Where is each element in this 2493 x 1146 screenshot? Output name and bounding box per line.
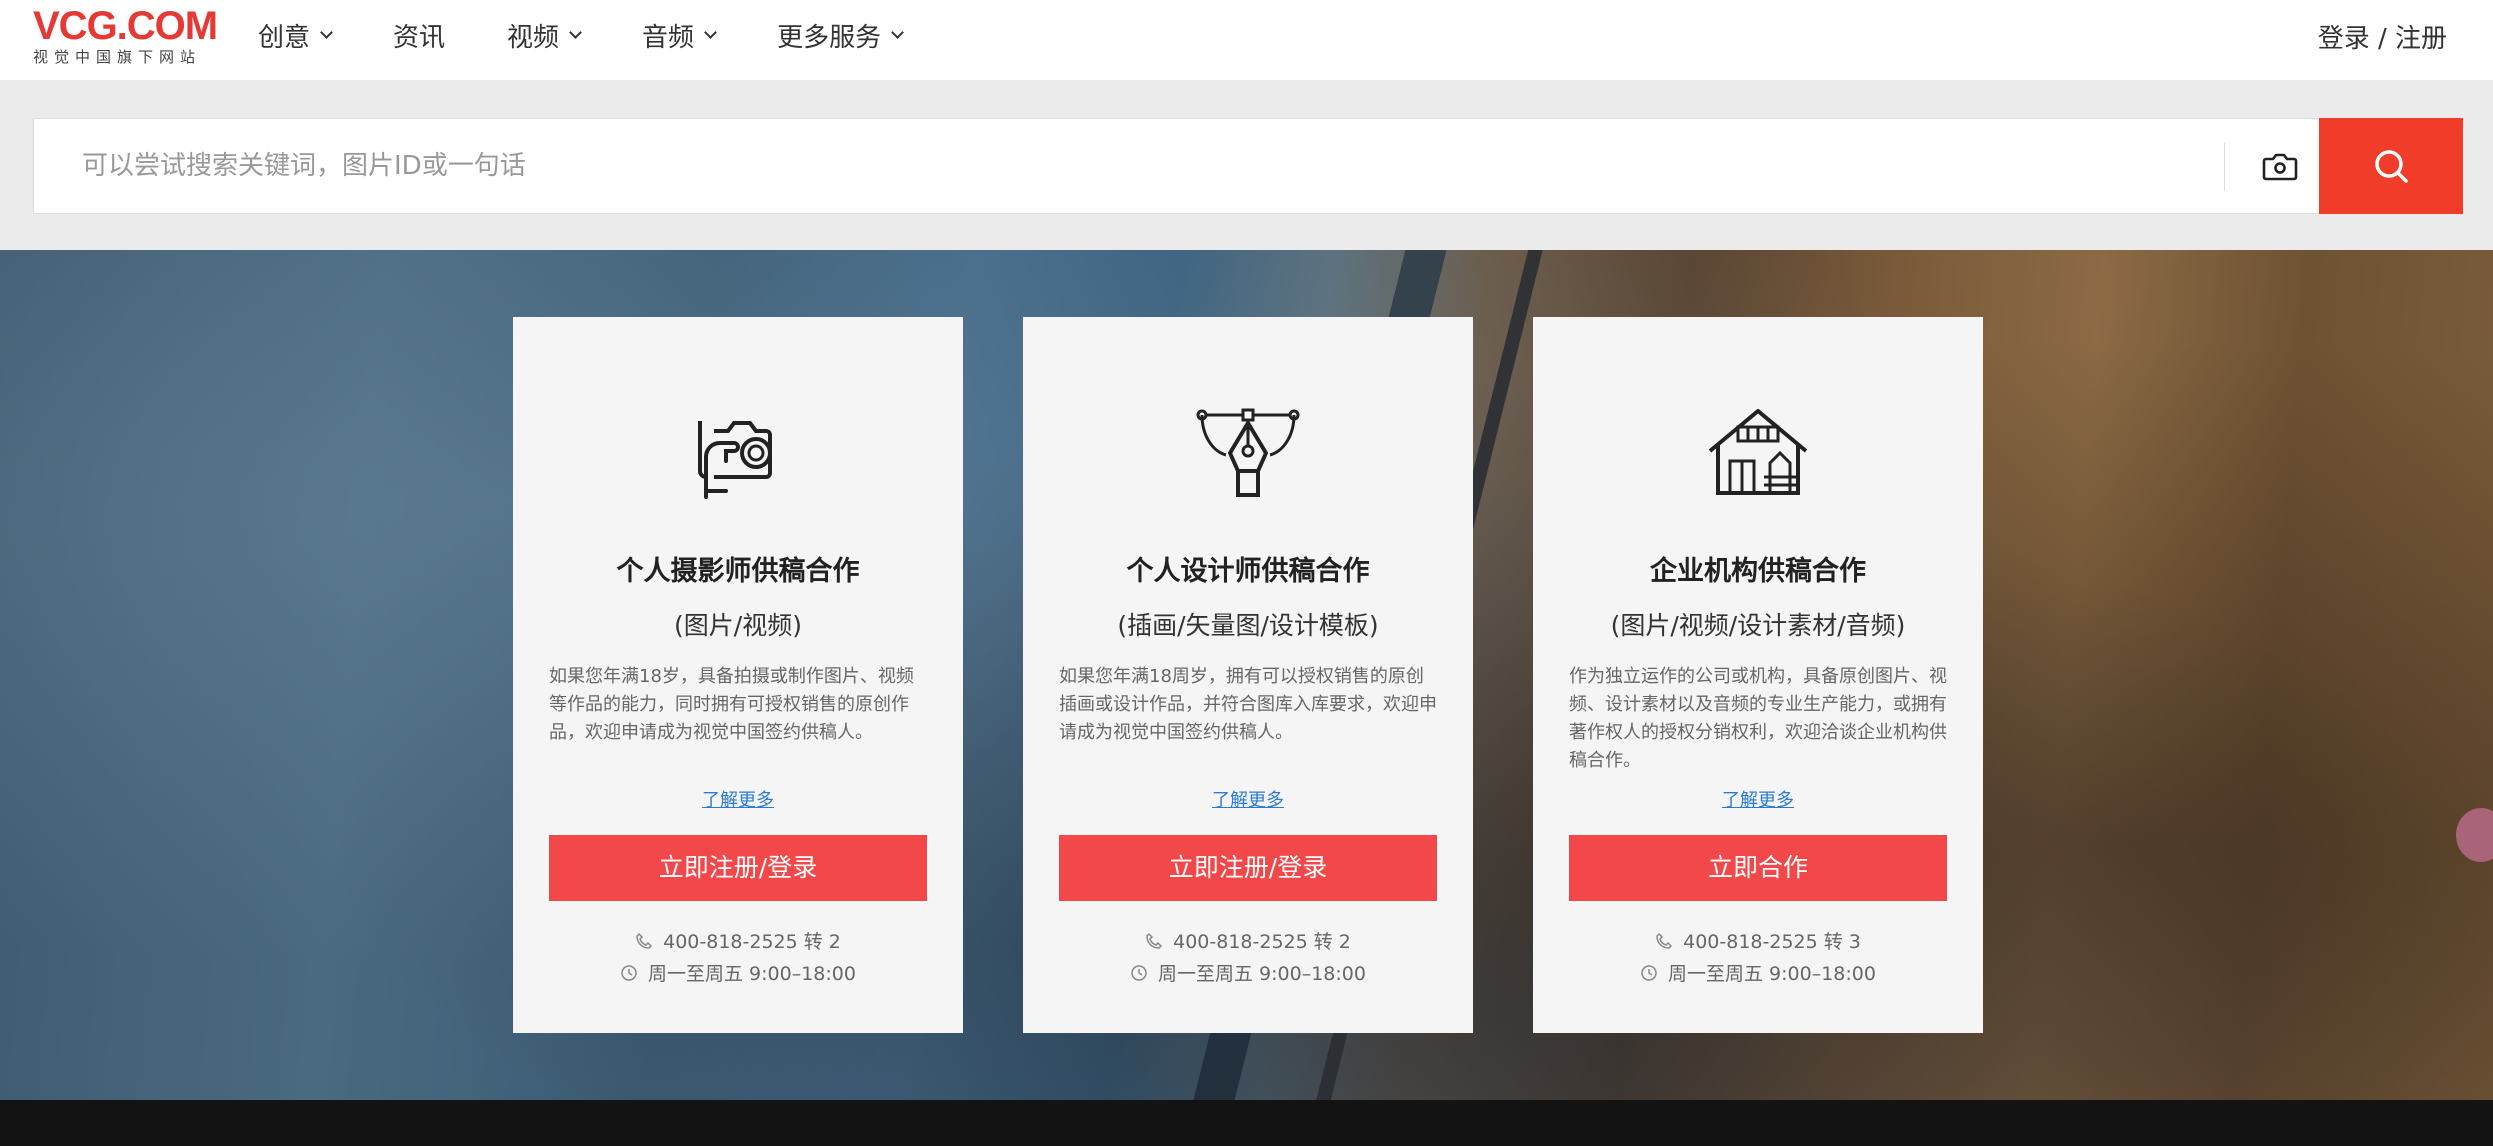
card-title: 个人摄影师供稿合作 [616, 556, 860, 587]
nav-item-video[interactable]: 视频 [507, 17, 582, 54]
camera-hand-icon [698, 421, 772, 499]
search-band [0, 80, 2493, 250]
chevron-down-icon [704, 25, 717, 39]
phone-text: 400-818-2525 转 2 [663, 931, 841, 953]
search-button[interactable] [2319, 118, 2463, 214]
login-register-link[interactable]: 登录 / 注册 [2318, 18, 2447, 55]
contact-phone: 400-818-2525 转 2 [1023, 927, 1473, 954]
nav-label: 更多服务 [777, 22, 882, 53]
business-hours: 周一至周五 9:00–18:00 [1533, 959, 1983, 986]
search-box [33, 118, 2463, 214]
hours-text: 周一至周五 9:00–18:00 [1668, 963, 1876, 985]
nav-label: 音频 [642, 22, 695, 53]
card-description: 如果您年满18周岁，拥有可以授权销售的原创插画或设计作品，并符合图库入库要求，欢… [1059, 666, 1437, 743]
card-subtitle: (图片/视频/设计素材/音频) [1610, 611, 1906, 640]
card-subtitle: (插画/矢量图/设计模板) [1117, 611, 1379, 640]
nav-label: 创意 [258, 22, 311, 53]
vcg-logo[interactable]: VCG.COM 视觉中国旗下网站 [33, 4, 218, 66]
chevron-down-icon [569, 25, 582, 39]
card-photographer: 个人摄影师供稿合作 (图片/视频) 如果您年满18岁，具备拍摄或制作图片、视频等… [513, 317, 963, 1033]
logo-text: VCG.COM [33, 4, 218, 48]
phone-text: 400-818-2525 转 2 [1173, 931, 1351, 953]
phone-icon [636, 932, 653, 949]
nav-item-more-services[interactable]: 更多服务 [777, 17, 904, 54]
hours-text: 周一至周五 9:00–18:00 [648, 963, 856, 985]
register-login-button[interactable]: 立即注册/登录 [1059, 835, 1437, 901]
clock-icon [621, 964, 637, 981]
card-description: 如果您年满18岁，具备拍摄或制作图片、视频等作品的能力，同时拥有可授权销售的原创… [549, 666, 914, 743]
phone-icon [1146, 932, 1163, 949]
clock-icon [1641, 964, 1657, 981]
logo-subtitle: 视觉中国旗下网站 [33, 48, 202, 66]
search-icon [2375, 150, 2408, 183]
search-divider [2224, 143, 2225, 191]
clock-icon [1131, 964, 1147, 981]
top-header: VCG.COM 视觉中国旗下网站 创意 资讯 视频 音频 更多服务 登录 / 注… [0, 0, 2493, 80]
search-input[interactable] [34, 119, 2214, 213]
card-title: 企业机构供稿合作 [1650, 556, 1866, 587]
main-nav: 创意 资讯 视频 音频 更多服务 [258, 0, 964, 70]
nav-item-news[interactable]: 资讯 [393, 17, 445, 54]
nav-label: 资讯 [393, 22, 446, 53]
phone-icon [1656, 932, 1673, 949]
learn-more-link[interactable]: 了解更多 [513, 786, 963, 812]
nav-item-audio[interactable]: 音频 [642, 17, 717, 54]
learn-more-link[interactable]: 了解更多 [1023, 786, 1473, 812]
camera-search-icon[interactable] [2260, 149, 2300, 185]
pen-tool-icon [1196, 408, 1300, 497]
nav-label: 视频 [507, 22, 560, 53]
hours-text: 周一至周五 9:00–18:00 [1158, 963, 1366, 985]
register-login-button[interactable]: 立即注册/登录 [549, 835, 927, 901]
learn-more-link[interactable]: 了解更多 [1533, 786, 1983, 812]
card-description: 作为独立运作的公司或机构，具备原创图片、视频、设计素材以及音频的专业生产能力，或… [1569, 666, 1947, 771]
chevron-down-icon [320, 25, 333, 39]
card-subtitle: (图片/视频) [674, 611, 802, 640]
building-icon [1708, 409, 1808, 495]
nav-item-creative[interactable]: 创意 [258, 17, 333, 54]
contact-phone: 400-818-2525 转 2 [513, 927, 963, 954]
card-designer: 个人设计师供稿合作 (插画/矢量图/设计模板) 如果您年满18周岁，拥有可以授权… [1023, 317, 1473, 1033]
business-hours: 周一至周五 9:00–18:00 [513, 959, 963, 986]
business-hours: 周一至周五 9:00–18:00 [1023, 959, 1473, 986]
footer-bar [0, 1100, 2493, 1146]
cooperate-button[interactable]: 立即合作 [1569, 835, 1947, 901]
card-enterprise: 企业机构供稿合作 (图片/视频/设计素材/音频) 作为独立运作的公司或机构，具备… [1533, 317, 1983, 1033]
card-title: 个人设计师供稿合作 [1126, 556, 1370, 587]
phone-text: 400-818-2525 转 3 [1683, 931, 1861, 953]
contact-phone: 400-818-2525 转 3 [1533, 927, 1983, 954]
chevron-down-icon [891, 25, 904, 39]
